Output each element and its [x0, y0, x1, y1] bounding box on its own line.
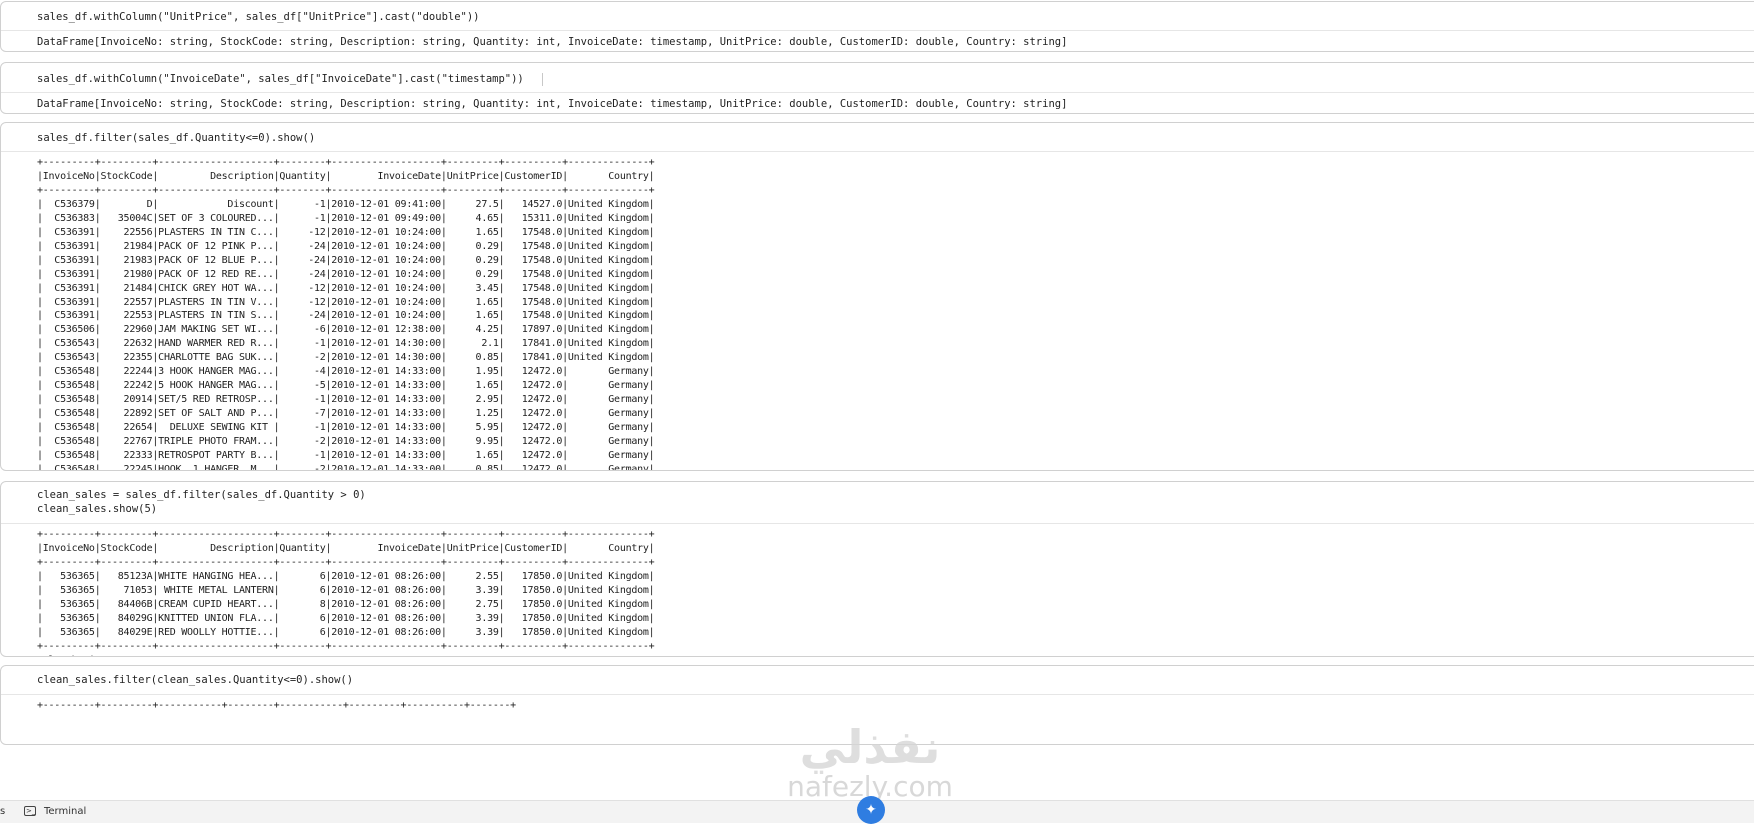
cell-divider	[1, 92, 1754, 93]
notebook-cell-filter-negative[interactable]: sales_df.filter(sales_df.Quantity<=0).sh…	[0, 122, 1754, 471]
cell-divider	[1, 694, 1754, 695]
notebook-cell-clean-sales[interactable]: clean_sales = sales_df.filter(sales_df.Q…	[0, 481, 1754, 657]
terminal-tab[interactable]: Terminal	[44, 806, 86, 817]
code-editor[interactable]: sales_df.filter(sales_df.Quantity<=0).sh…	[37, 131, 1754, 146]
code-editor[interactable]: sales_df.withColumn("InvoiceDate", sales…	[37, 72, 1754, 87]
notebook-cell-clean-filter[interactable]: clean_sales.filter(clean_sales.Quantity<…	[0, 665, 1754, 745]
dataframe-output-table: +---------+---------+-------------------…	[37, 529, 655, 656]
terminal-icon[interactable]: >_	[24, 806, 36, 816]
dataframe-output-table: +---------+---------+-----------+-------…	[37, 700, 516, 711]
cell-divider	[1, 30, 1754, 31]
cell-output: DataFrame[InvoiceNo: string, StockCode: …	[37, 36, 1068, 48]
status-left-fragment[interactable]: s	[0, 806, 5, 817]
code-editor-line-1[interactable]: clean_sales = sales_df.filter(sales_df.Q…	[37, 488, 1754, 503]
cell-divider	[1, 151, 1754, 152]
code-text: sales_df.withColumn("InvoiceDate", sales…	[37, 73, 524, 85]
cell-divider	[1, 523, 1754, 524]
dataframe-output-table: +---------+---------+-------------------…	[37, 157, 655, 471]
code-editor-line-2[interactable]: clean_sales.show(5)	[37, 502, 1754, 517]
cell-output: DataFrame[InvoiceNo: string, StockCode: …	[37, 98, 1068, 110]
text-cursor	[541, 72, 543, 86]
code-editor[interactable]: sales_df.withColumn("UnitPrice", sales_d…	[37, 10, 1754, 25]
notebook-cell-invoicedate[interactable]: sales_df.withColumn("InvoiceDate", sales…	[0, 62, 1754, 114]
notebook-cell-unitprice[interactable]: sales_df.withColumn("UnitPrice", sales_d…	[0, 1, 1754, 52]
assistant-sparkle-icon[interactable]: ✦	[857, 796, 885, 824]
code-editor[interactable]: clean_sales.filter(clean_sales.Quantity<…	[37, 673, 1754, 688]
